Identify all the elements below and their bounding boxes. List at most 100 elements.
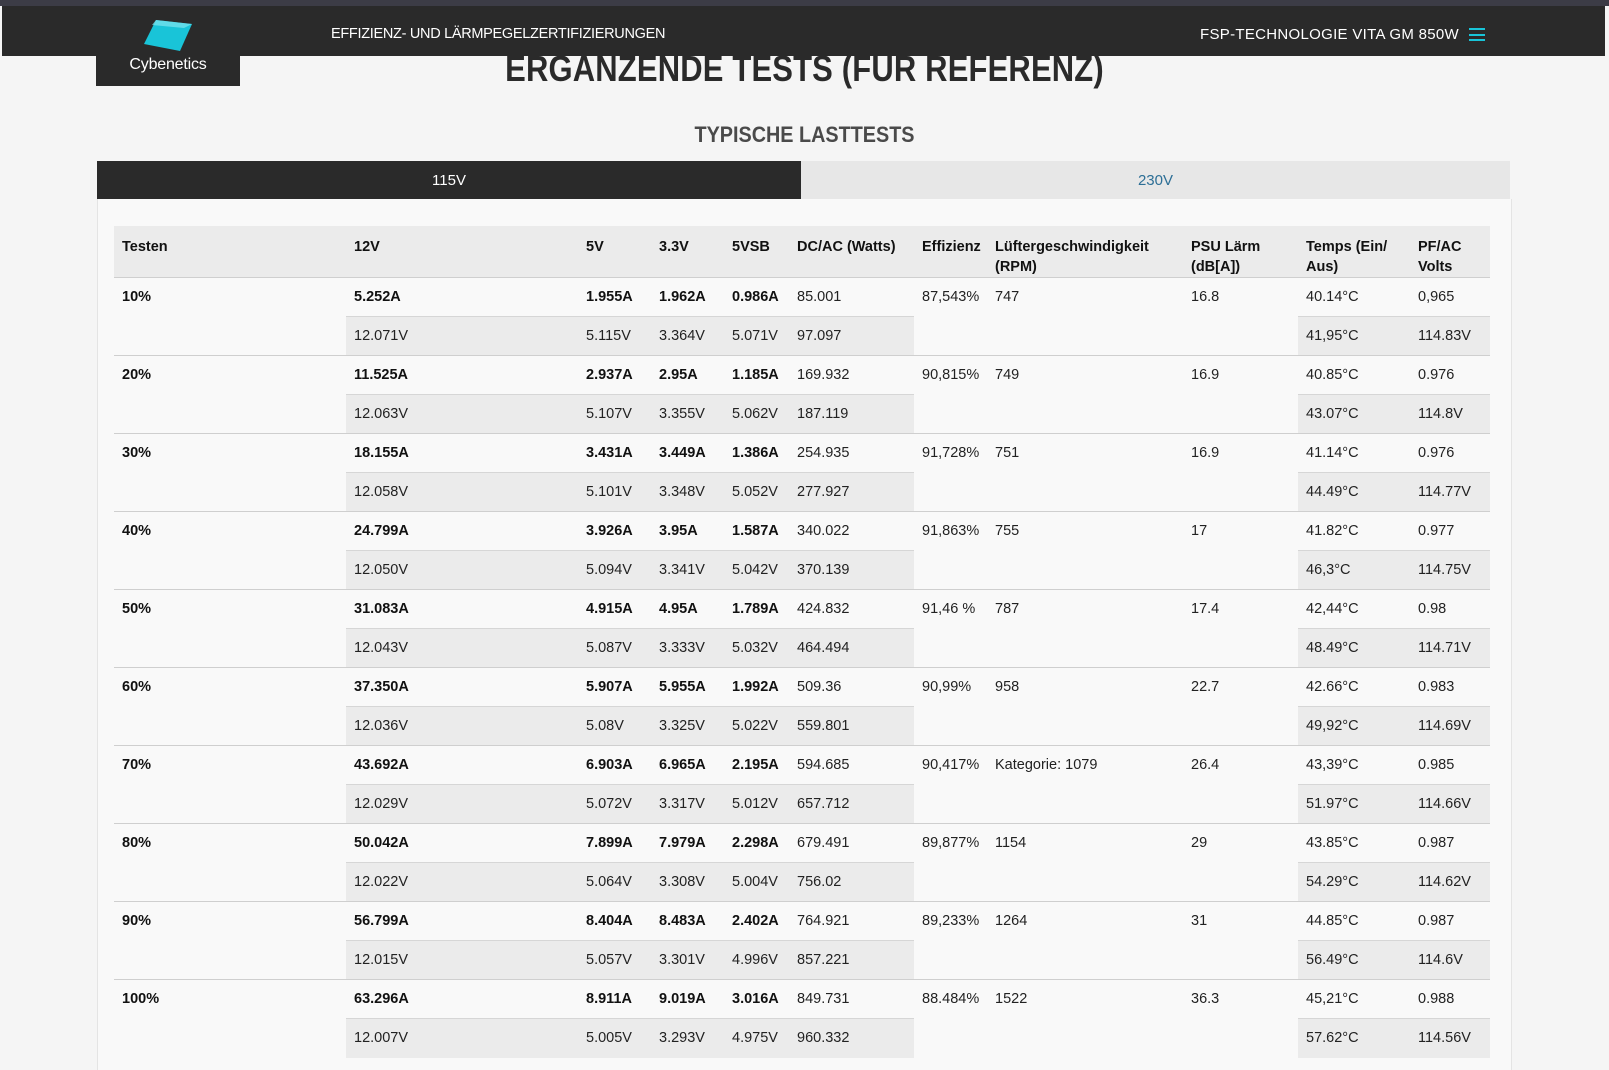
noise-cell: 16.9 [1183,355,1298,395]
tab-230v[interactable]: 230V [801,161,1510,199]
temp-in-cell: 43,39°C [1298,745,1410,785]
efficiency-cell: 88.484% [914,979,987,1019]
efficiency-cell: 90,815% [914,355,987,395]
temp-out-cell: 43.07°C [1298,394,1410,434]
voltage-3v3-cell: 3.333V [651,628,724,668]
current-5v-cell: 4.915A [578,589,651,629]
empty-cell [987,785,1183,824]
noise-cell: 16.8 [1183,277,1298,317]
voltage-5vsb-cell: 5.062V [724,394,789,434]
current-3v3-cell: 9.019A [651,979,724,1019]
voltage-12v-cell: 12.058V [346,472,578,512]
current-3v3-cell: 7.979A [651,823,724,863]
empty-cell [914,785,987,824]
current-5v-cell: 2.937A [578,355,651,395]
section-title: TYPISCHE LASTTESTS [694,122,915,147]
fan-speed-cell: 1264 [987,901,1183,941]
fan-speed-cell: Kategorie: 1079 [987,745,1183,785]
current-5v-cell: 6.903A [578,745,651,785]
noise-cell: 29 [1183,823,1298,863]
table-row: 50% 31.083A 4.915A 4.95A 1.789A 424.832 91,46 … [114,589,1490,629]
voltage-5v-cell: 5.101V [578,472,651,512]
noise-cell: 17 [1183,511,1298,551]
voltage-3v3-cell: 3.308V [651,862,724,902]
efficiency-cell: 91,46 % [914,589,987,629]
product-menu-toggle[interactable]: FSP-TECHNOLOGIE VITA GM 850W [1200,26,1485,43]
current-12v-cell: 31.083A [346,589,578,629]
noise-cell: 31 [1183,901,1298,941]
empty-cell [114,785,346,824]
current-12v-cell: 56.799A [346,901,578,941]
empty-cell [1183,473,1298,512]
current-5vsb-cell: 1.992A [724,667,789,707]
current-5v-cell: 8.404A [578,901,651,941]
voltage-12v-cell: 12.022V [346,862,578,902]
noise-cell: 36.3 [1183,979,1298,1019]
voltage-5v-cell: 5.08V [578,706,651,746]
empty-cell [987,551,1183,590]
voltage-12v-cell: 12.007V [346,1018,578,1058]
voltage-12v-cell: 12.063V [346,394,578,434]
product-name: FSP-TECHNOLOGIE VITA GM 850W [1200,26,1459,43]
ac-volts-cell: 114.69V [1410,706,1490,746]
ac-watts-cell: 756.02 [789,862,914,902]
current-5vsb-cell: 0.986A [724,277,789,317]
voltage-3v3-cell: 3.364V [651,316,724,356]
fan-speed-cell: 755 [987,511,1183,551]
power-factor-cell: 0.987 [1410,901,1490,941]
table-row: 70% 43.692A 6.903A 6.965A 2.195A 594.685 90,41… [114,745,1490,785]
empty-cell [987,707,1183,746]
header-cell: Lüftergeschwindigkeit (RPM) [987,226,1183,278]
voltage-12v-cell: 12.036V [346,706,578,746]
nav-link-certifications[interactable]: EFFIZIENZ- UND LÄRMPEGELZERTIFIZIERUNGEN [331,26,665,42]
current-3v3-cell: 6.965A [651,745,724,785]
voltage-5v-cell: 5.115V [578,316,651,356]
voltage-3v3-cell: 3.348V [651,472,724,512]
efficiency-cell: 90,99% [914,667,987,707]
empty-cell [1183,707,1298,746]
table-row: 60% 37.350A 5.907A 5.955A 1.992A 509.36 90,99%… [114,667,1490,707]
voltage-3v3-cell: 3.293V [651,1018,724,1058]
empty-cell [114,629,346,668]
dc-watts-cell: 849.731 [789,979,914,1019]
load-level-cell: 60% [114,667,346,707]
empty-cell [1183,317,1298,356]
efficiency-cell: 87,543% [914,277,987,317]
voltage-12v-cell: 12.015V [346,940,578,980]
empty-cell [1183,629,1298,668]
voltage-5v-cell: 5.087V [578,628,651,668]
header-cell: DC/AC (Watts) [789,226,914,278]
current-3v3-cell: 4.95A [651,589,724,629]
voltage-12v-cell: 12.071V [346,316,578,356]
voltage-5vsb-cell: 5.012V [724,784,789,824]
empty-cell [1183,1019,1298,1058]
fan-speed-cell: 958 [987,667,1183,707]
voltage-5v-cell: 5.072V [578,784,651,824]
load-level-cell: 90% [114,901,346,941]
voltage-5v-cell: 5.057V [578,940,651,980]
table-header-row: Testen 12V 5V 3.3V 5VSB DC/AC (Watts) Ef… [114,226,1490,278]
current-5vsb-cell: 2.298A [724,823,789,863]
ac-volts-cell: 114.77V [1410,472,1490,512]
current-12v-cell: 50.042A [346,823,578,863]
fan-speed-cell: 749 [987,355,1183,395]
efficiency-cell: 90,417% [914,745,987,785]
ac-watts-cell: 960.332 [789,1018,914,1058]
power-factor-cell: 0.98 [1410,589,1490,629]
voltage-3v3-cell: 3.341V [651,550,724,590]
ac-watts-cell: 464.494 [789,628,914,668]
empty-cell [987,473,1183,512]
empty-cell [1183,551,1298,590]
load-level-cell: 10% [114,277,346,317]
tab-115v[interactable]: 115V [97,161,801,199]
table-row-sub: 12.043V 5.087V 3.333V 5.032V 464.494 48.49°C 1… [114,628,1490,668]
cybenetics-logo[interactable]: Cybenetics [96,6,240,86]
hamburger-menu-icon[interactable] [1469,28,1485,41]
table-row: 90% 56.799A 8.404A 8.483A 2.402A 764.921 89,23… [114,901,1490,941]
ac-watts-cell: 559.801 [789,706,914,746]
power-factor-cell: 0.976 [1410,355,1490,395]
load-level-cell: 70% [114,745,346,785]
voltage-3v3-cell: 3.301V [651,940,724,980]
header-cell: PSU Lärm (dB[A]) [1183,226,1298,278]
ac-volts-cell: 114.75V [1410,550,1490,590]
